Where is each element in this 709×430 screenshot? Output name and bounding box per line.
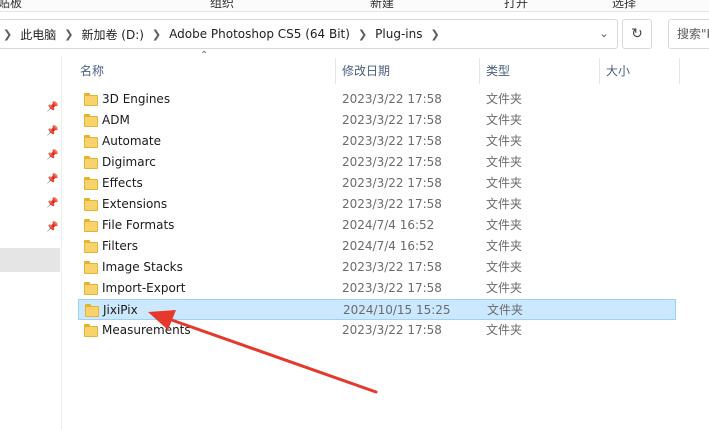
file-modified: 2023/3/22 17:58 bbox=[342, 281, 442, 295]
column-size[interactable]: 大小 bbox=[600, 56, 680, 86]
folder-icon bbox=[84, 198, 98, 211]
ribbon-open[interactable]: 打开 bbox=[504, 0, 528, 11]
folder-icon bbox=[85, 304, 99, 317]
file-type: 文件夹 bbox=[487, 303, 524, 317]
folder-icon bbox=[84, 324, 98, 337]
refresh-button[interactable]: ↻ bbox=[622, 19, 652, 49]
file-type: 文件夹 bbox=[486, 323, 523, 337]
ribbon-select[interactable]: 选择 bbox=[612, 0, 636, 11]
file-name: JixiPix bbox=[103, 303, 138, 317]
file-modified: 2023/3/22 17:58 bbox=[342, 197, 442, 211]
breadcrumb-photoshop[interactable]: Adobe Photoshop CS5 (64 Bit) bbox=[169, 27, 350, 41]
file-type: 文件夹 bbox=[486, 239, 523, 253]
pin-icon[interactable]: 📌 bbox=[46, 126, 58, 138]
pin-icon[interactable]: 📌 bbox=[46, 102, 58, 114]
list-item[interactable]: Automate 2023/3/22 17:58 文件夹 bbox=[78, 131, 676, 152]
file-type: 文件夹 bbox=[486, 260, 523, 274]
list-item[interactable]: Extensions 2023/3/22 17:58 文件夹 bbox=[78, 194, 676, 215]
folder-icon bbox=[84, 240, 98, 253]
chevron-right-icon[interactable]: ❯ bbox=[64, 28, 73, 41]
file-name: Extensions bbox=[102, 197, 168, 211]
file-type: 文件夹 bbox=[486, 218, 523, 232]
file-type: 文件夹 bbox=[486, 197, 523, 211]
list-item[interactable]: 3D Engines 2023/3/22 17:58 文件夹 bbox=[78, 89, 676, 110]
file-name: 3D Engines bbox=[102, 92, 171, 106]
file-name: Import-Export bbox=[102, 281, 186, 295]
ribbon-new[interactable]: 新建 bbox=[370, 0, 394, 11]
column-name[interactable]: 名称 bbox=[74, 56, 334, 86]
breadcrumb: ❯ 此电脑 ❯ 新加卷 (D:) ❯ Adobe Photoshop CS5 (… bbox=[0, 20, 448, 48]
refresh-icon: ↻ bbox=[631, 26, 643, 42]
file-type: 文件夹 bbox=[486, 155, 523, 169]
list-item[interactable]: Import-Export 2023/3/22 17:58 文件夹 bbox=[78, 278, 676, 299]
nav-selected-item[interactable] bbox=[0, 248, 60, 272]
file-modified: 2023/3/22 17:58 bbox=[342, 92, 442, 106]
list-item[interactable]: ADM 2023/3/22 17:58 文件夹 bbox=[78, 110, 676, 131]
file-type: 文件夹 bbox=[486, 113, 523, 127]
list-item[interactable]: Measurements 2023/3/22 17:58 文件夹 bbox=[78, 320, 676, 341]
folder-icon bbox=[84, 177, 98, 190]
file-modified: 2023/3/22 17:58 bbox=[342, 323, 442, 337]
file-name: Automate bbox=[102, 134, 161, 148]
address-bar-row: ❯ 此电脑 ❯ 新加卷 (D:) ❯ Adobe Photoshop CS5 (… bbox=[0, 12, 709, 56]
file-name: Measurements bbox=[102, 323, 191, 337]
list-item[interactable]: File Formats 2024/7/4 16:52 文件夹 bbox=[78, 215, 676, 236]
chevron-right-icon[interactable]: ❯ bbox=[152, 28, 161, 41]
column-headers: ⌃ 名称 修改日期 类型 大小 bbox=[62, 50, 709, 86]
folder-icon bbox=[84, 135, 98, 148]
file-name: ADM bbox=[102, 113, 130, 127]
list-item[interactable]: Effects 2023/3/22 17:58 文件夹 bbox=[78, 173, 676, 194]
pin-icon[interactable]: 📌 bbox=[46, 198, 58, 210]
file-name: Effects bbox=[102, 176, 143, 190]
file-name: Image Stacks bbox=[102, 260, 183, 274]
list-item-selected[interactable]: JixiPix 2024/10/15 15:25 文件夹 bbox=[78, 299, 676, 320]
folder-icon bbox=[84, 282, 98, 295]
file-type: 文件夹 bbox=[486, 92, 523, 106]
address-bar[interactable]: ❯ 此电脑 ❯ 新加卷 (D:) ❯ Adobe Photoshop CS5 (… bbox=[0, 19, 618, 49]
ribbon: 贴板 组织 新建 打开 选择 bbox=[0, 0, 709, 12]
pin-icon[interactable]: 📌 bbox=[46, 222, 58, 234]
file-modified: 2023/3/22 17:58 bbox=[342, 155, 442, 169]
folder-icon bbox=[84, 261, 98, 274]
file-modified: 2023/3/22 17:58 bbox=[342, 113, 442, 127]
file-type: 文件夹 bbox=[486, 281, 523, 295]
folder-icon bbox=[84, 156, 98, 169]
list-item[interactable]: Digimarc 2023/3/22 17:58 文件夹 bbox=[78, 152, 676, 173]
file-name: Digimarc bbox=[102, 155, 156, 169]
column-divider[interactable] bbox=[679, 58, 680, 84]
ribbon-organize[interactable]: 组织 bbox=[210, 0, 234, 11]
breadcrumb-drive-d[interactable]: 新加卷 (D:) bbox=[81, 26, 143, 43]
chevron-right-icon[interactable]: ❯ bbox=[358, 28, 367, 41]
chevron-right-icon[interactable]: ❯ bbox=[430, 28, 439, 41]
list-item[interactable]: Filters 2024/7/4 16:52 文件夹 bbox=[78, 236, 676, 257]
file-name: File Formats bbox=[102, 218, 175, 232]
file-type: 文件夹 bbox=[486, 176, 523, 190]
search-box[interactable] bbox=[668, 19, 709, 49]
file-modified: 2023/3/22 17:58 bbox=[342, 260, 442, 274]
chevron-down-icon[interactable]: ⌄ bbox=[595, 25, 613, 43]
chevron-right-icon[interactable]: ❯ bbox=[3, 28, 12, 41]
navigation-pane[interactable]: 📌 📌 📌 📌 📌 📌 bbox=[0, 56, 62, 430]
folder-icon bbox=[84, 93, 98, 106]
list-item[interactable]: Image Stacks 2023/3/22 17:58 文件夹 bbox=[78, 257, 676, 278]
file-modified: 2024/10/15 15:25 bbox=[343, 303, 451, 317]
file-modified: 2023/3/22 17:58 bbox=[342, 176, 442, 190]
pin-icon[interactable]: 📌 bbox=[46, 174, 58, 186]
file-modified: 2024/7/4 16:52 bbox=[342, 239, 435, 253]
file-type: 文件夹 bbox=[486, 134, 523, 148]
ribbon-clipboard[interactable]: 贴板 bbox=[0, 0, 22, 11]
file-name: Filters bbox=[102, 239, 138, 253]
column-modified[interactable]: 修改日期 bbox=[336, 56, 478, 86]
column-type[interactable]: 类型 bbox=[480, 56, 598, 86]
breadcrumb-this-pc[interactable]: 此电脑 bbox=[20, 26, 56, 43]
breadcrumb-plugins[interactable]: Plug-ins bbox=[375, 27, 422, 41]
pin-icon[interactable]: 📌 bbox=[46, 150, 58, 162]
folder-icon bbox=[84, 219, 98, 232]
file-modified: 2024/7/4 16:52 bbox=[342, 218, 435, 232]
search-input[interactable] bbox=[669, 20, 709, 48]
folder-icon bbox=[84, 114, 98, 127]
file-modified: 2023/3/22 17:58 bbox=[342, 134, 442, 148]
